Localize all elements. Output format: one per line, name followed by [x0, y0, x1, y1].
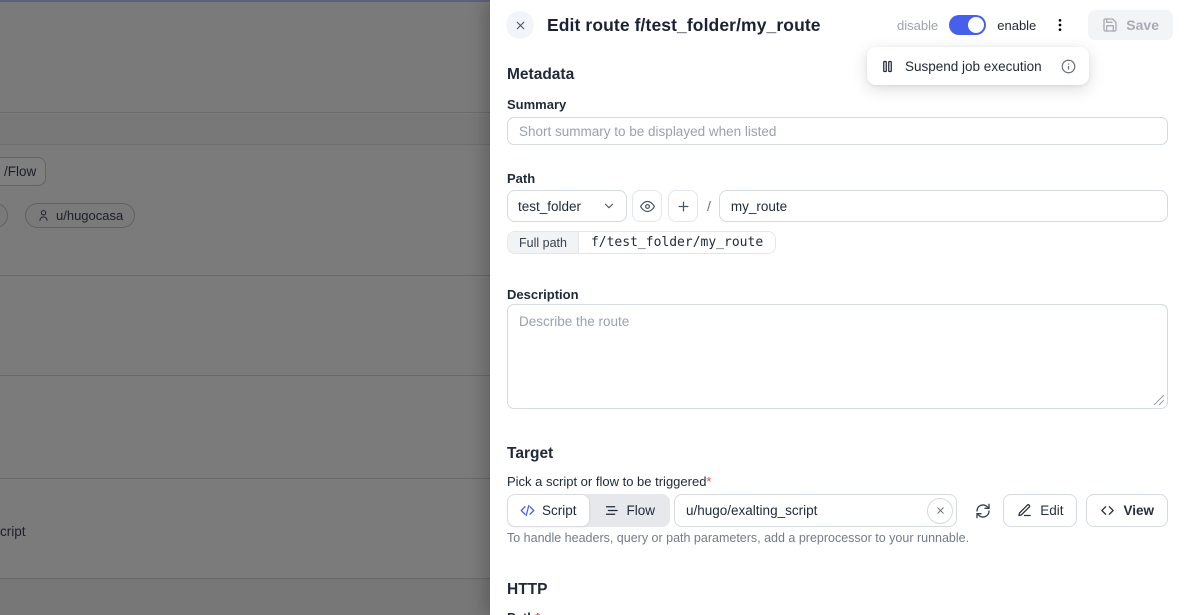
- close-icon: [514, 19, 527, 32]
- summary-input[interactable]: [507, 117, 1168, 145]
- http-heading: HTTP: [507, 581, 1168, 599]
- path-label: Path: [507, 171, 1168, 186]
- preprocessor-helper-text: To handle headers, query or path paramet…: [507, 532, 1168, 545]
- enable-toggle[interactable]: [949, 15, 986, 35]
- path-row: test_folder /: [507, 190, 1168, 222]
- suspend-menu-label: Suspend job execution: [905, 59, 1042, 74]
- picker-label-text: Pick a script or flow to be triggered: [507, 474, 706, 489]
- code-icon: [520, 503, 535, 518]
- tab-script-label: Script: [542, 503, 577, 518]
- drawer-title: Edit route f/test_folder/my_route: [547, 15, 821, 36]
- edit-button-label: Edit: [1040, 503, 1063, 518]
- enable-label: enable: [997, 18, 1036, 33]
- plus-icon: [676, 199, 691, 214]
- pause-icon: [880, 59, 895, 74]
- pencil-icon: [1017, 503, 1032, 518]
- route-name-input[interactable]: [719, 190, 1168, 222]
- kebab-menu-icon: [1052, 17, 1068, 33]
- drawer-header: Edit route f/test_folder/my_route disabl…: [490, 0, 1189, 50]
- close-button[interactable]: [506, 11, 534, 39]
- clear-x-icon: [935, 505, 946, 516]
- flow-icon: [604, 503, 619, 518]
- description-wrap: [507, 304, 1168, 409]
- path-separator: /: [707, 198, 711, 214]
- full-path-display: Full path f/test_folder/my_route: [507, 231, 776, 254]
- header-actions: disable enable Save: [897, 10, 1173, 40]
- target-row: Script Flow Edit: [507, 494, 1168, 527]
- drawer-content: Metadata Summary Path test_folder / Full…: [490, 66, 1189, 615]
- disable-label: disable: [897, 18, 938, 33]
- description-label: Description: [507, 287, 1168, 302]
- info-icon[interactable]: [1061, 59, 1076, 74]
- save-button-label: Save: [1126, 17, 1159, 33]
- save-button[interactable]: Save: [1088, 10, 1173, 40]
- code-brackets-icon: [1100, 503, 1115, 518]
- folder-select-value: test_folder: [518, 199, 581, 214]
- summary-label: Summary: [507, 97, 1168, 112]
- full-path-value: f/test_folder/my_route: [578, 232, 775, 253]
- edit-runnable-button[interactable]: Edit: [1003, 494, 1077, 527]
- menu-item-suspend-job-execution[interactable]: Suspend job execution: [867, 47, 1089, 85]
- runnable-kind-toggle: Script Flow: [507, 494, 670, 527]
- http-path-label-text: Path: [507, 610, 535, 615]
- target-picker-label: Pick a script or flow to be triggered*: [507, 474, 1168, 489]
- tab-script[interactable]: Script: [507, 494, 590, 527]
- refresh-runnable-button[interactable]: [971, 499, 995, 523]
- required-asterisk: *: [706, 474, 711, 489]
- target-heading: Target: [507, 445, 1168, 463]
- eye-icon: [640, 199, 655, 214]
- chevron-down-icon: [602, 199, 616, 213]
- tab-flow-label: Flow: [626, 503, 655, 518]
- http-path-label: Path*: [507, 610, 1168, 615]
- tab-flow[interactable]: Flow: [590, 494, 671, 527]
- save-icon: [1102, 17, 1118, 33]
- runnable-path-input[interactable]: [674, 494, 957, 527]
- description-textarea[interactable]: [507, 304, 1168, 409]
- folder-select[interactable]: test_folder: [507, 190, 627, 222]
- required-asterisk: *: [535, 610, 540, 615]
- runnable-input-wrap: [674, 494, 957, 527]
- refresh-icon: [975, 503, 991, 519]
- toggle-knob: [968, 17, 984, 33]
- more-options-button[interactable]: [1049, 11, 1071, 39]
- view-runnable-button[interactable]: View: [1086, 494, 1168, 527]
- view-button-label: View: [1123, 503, 1154, 518]
- edit-route-drawer: Edit route f/test_folder/my_route disabl…: [490, 0, 1189, 615]
- full-path-badge: Full path: [508, 232, 578, 253]
- clear-runnable-button[interactable]: [927, 498, 953, 524]
- add-folder-button[interactable]: [668, 190, 698, 222]
- preview-folder-button[interactable]: [632, 190, 662, 222]
